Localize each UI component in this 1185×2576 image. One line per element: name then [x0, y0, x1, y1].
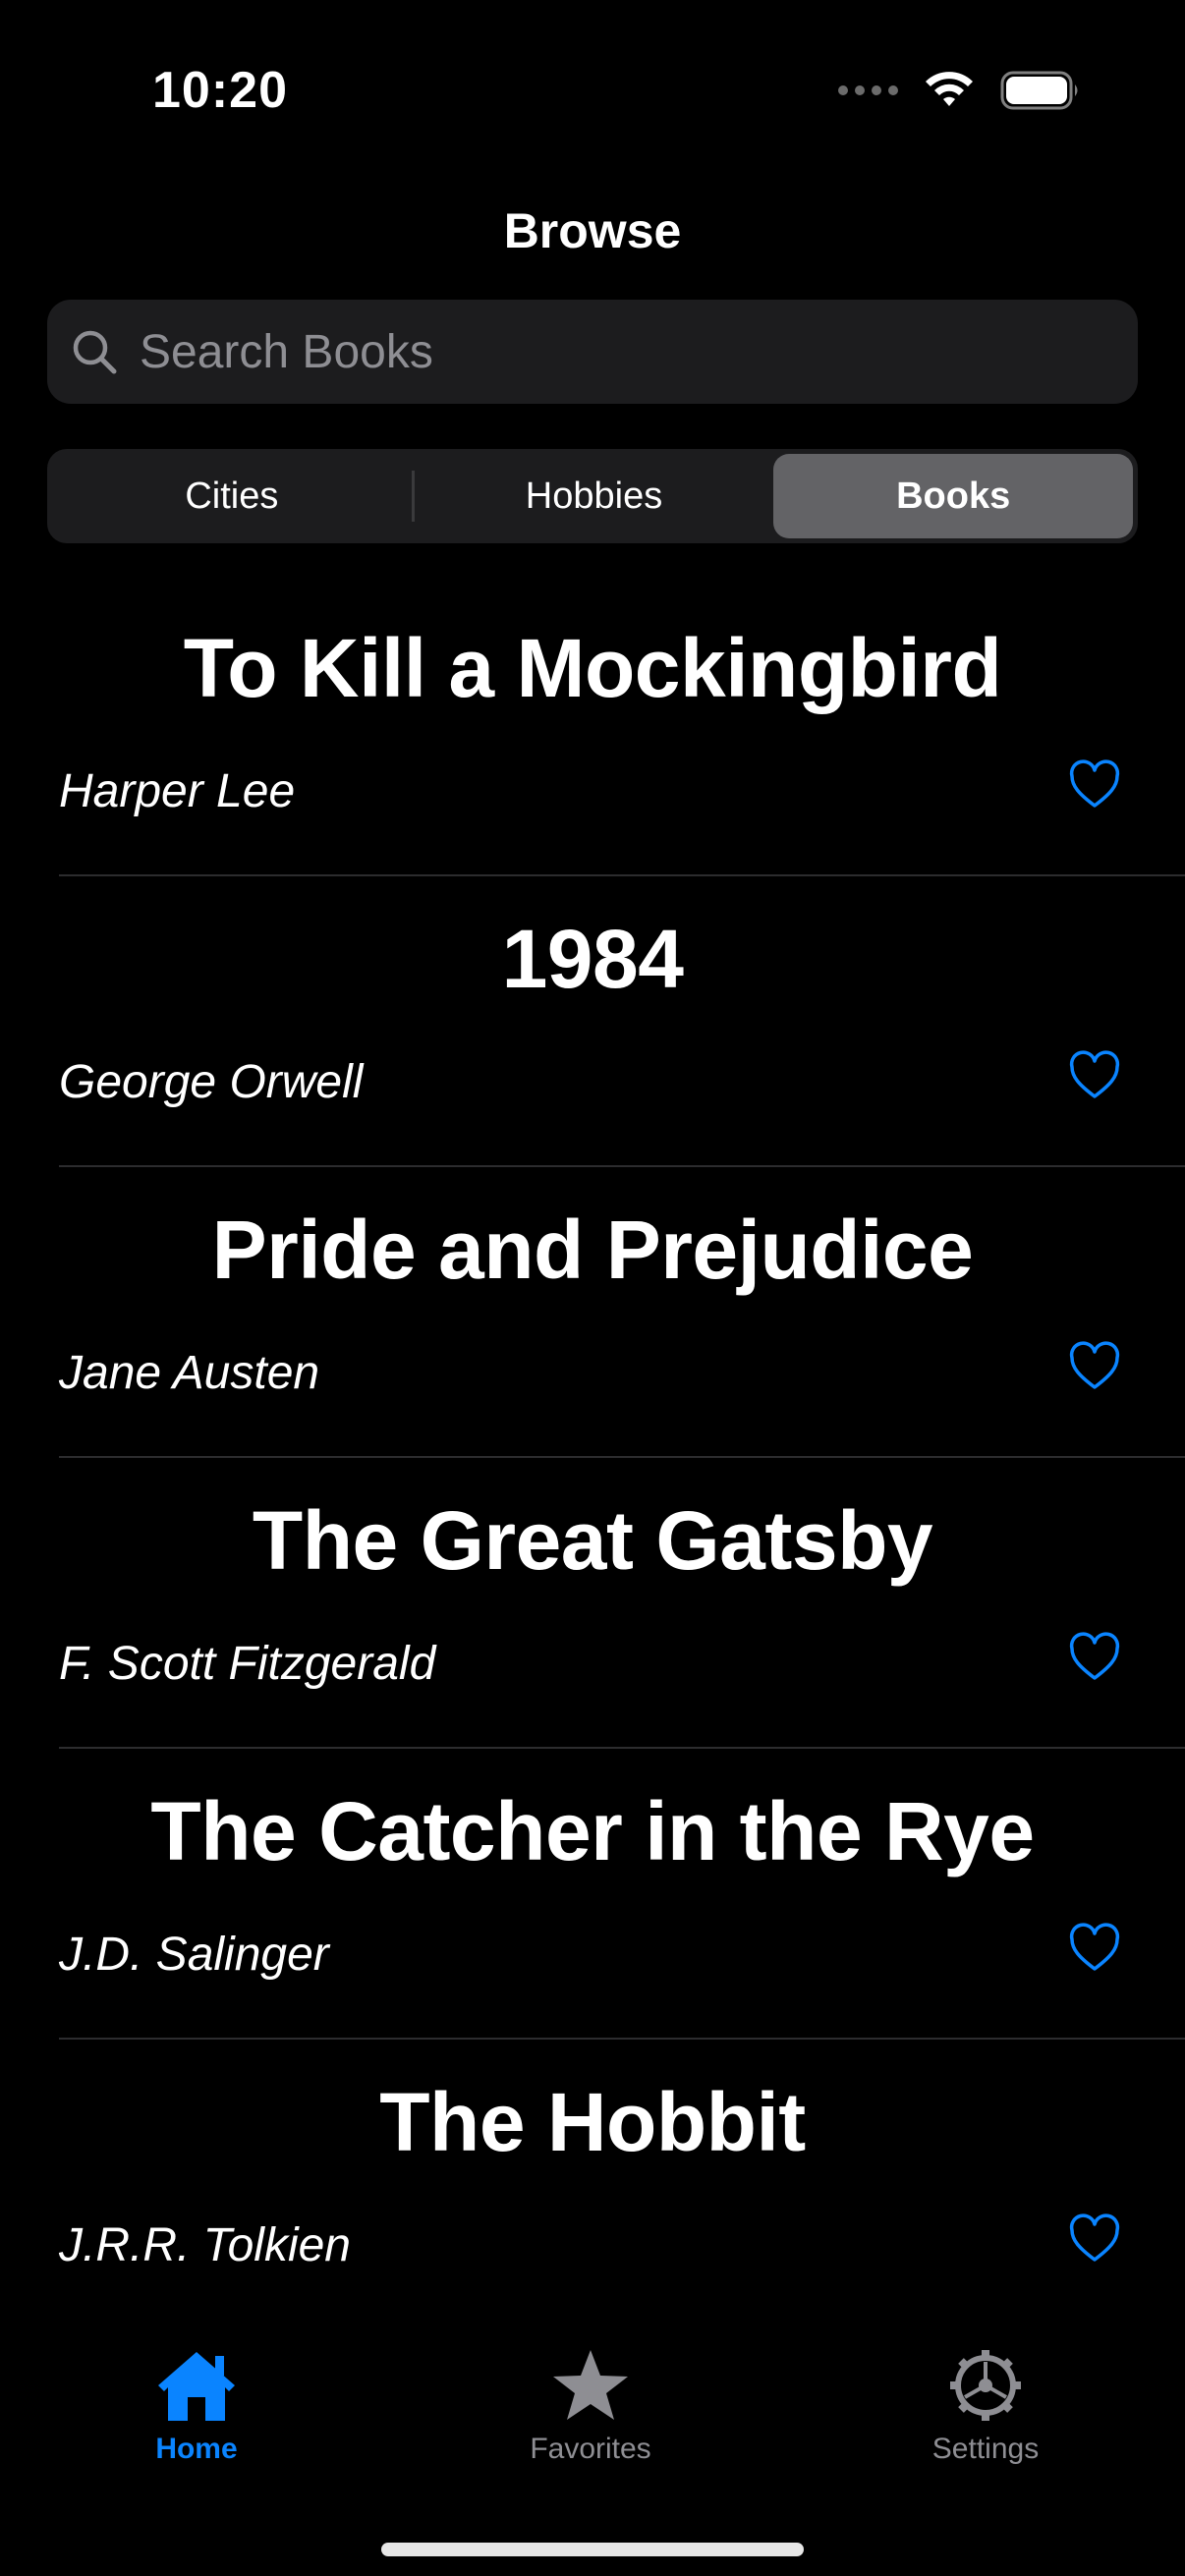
tab-label: Favorites: [530, 2433, 651, 2465]
search-input[interactable]: [140, 324, 1024, 379]
category-segmented-control: Cities Hobbies Books: [47, 449, 1138, 543]
list-item[interactable]: 1984 George Orwell: [0, 876, 1185, 1167]
status-time: 10:20: [152, 62, 288, 119]
page-title: Browse: [503, 203, 682, 258]
book-author: F. Scott Fitzgerald: [59, 1638, 436, 1690]
house-icon: [158, 2352, 235, 2421]
heart-icon[interactable]: [1067, 1340, 1122, 1395]
cellular-signal-icon: [838, 85, 898, 95]
tab-label: Home: [155, 2433, 238, 2465]
book-title: Pride and Prejudice: [211, 1204, 974, 1296]
book-author: J.R.R. Tolkien: [59, 2219, 351, 2271]
heart-icon[interactable]: [1067, 2212, 1122, 2268]
tab-label: Settings: [931, 2433, 1040, 2465]
book-list: To Kill a Mockingbird Harper Lee 1984 Ge…: [0, 586, 1185, 2330]
home-indicator[interactable]: [381, 2543, 804, 2556]
book-title: The Great Gatsby: [252, 1494, 933, 1587]
list-item[interactable]: Pride and Prejudice Jane Austen: [0, 1167, 1185, 1458]
heart-icon[interactable]: [1067, 1922, 1122, 1977]
book-author: George Orwell: [59, 1056, 364, 1108]
book-title: The Hobbit: [379, 2076, 806, 2168]
heart-icon[interactable]: [1067, 1631, 1122, 1686]
tab-home[interactable]: Home: [69, 2348, 324, 2466]
heart-icon[interactable]: [1067, 1049, 1122, 1104]
list-item[interactable]: To Kill a Mockingbird Harper Lee: [0, 586, 1185, 876]
list-item[interactable]: The Great Gatsby F. Scott Fitzgerald: [0, 1458, 1185, 1749]
segment-books[interactable]: Books: [773, 454, 1134, 538]
book-author: J.D. Salinger: [59, 1929, 329, 1981]
list-item[interactable]: The Hobbit J.R.R. Tolkien: [0, 2040, 1185, 2330]
book-title: The Catcher in the Rye: [150, 1785, 1035, 1877]
segment-cities[interactable]: Cities: [52, 454, 412, 538]
star-icon: [553, 2350, 628, 2420]
tab-favorites[interactable]: Favorites: [463, 2348, 718, 2466]
screen: 10:20 Browse Cities Hobbies Books: [0, 0, 1185, 2576]
status-icons: [838, 71, 1081, 110]
segment-hobbies[interactable]: Hobbies: [415, 454, 774, 538]
tab-bar: Home Favorites Settings: [0, 2319, 1185, 2576]
list-item[interactable]: The Catcher in the Rye J.D. Salinger: [0, 1749, 1185, 2040]
book-title: To Kill a Mockingbird: [183, 622, 1002, 714]
book-author: Jane Austen: [59, 1347, 320, 1399]
book-author: Harper Lee: [59, 765, 296, 817]
gear-icon: [950, 2350, 1021, 2421]
search-bar[interactable]: [47, 300, 1138, 404]
tab-settings[interactable]: Settings: [858, 2348, 1113, 2466]
heart-icon[interactable]: [1067, 758, 1122, 813]
wifi-icon: [926, 72, 973, 106]
book-title: 1984: [501, 913, 684, 1005]
search-icon: [73, 330, 117, 374]
battery-icon: [1000, 71, 1078, 110]
